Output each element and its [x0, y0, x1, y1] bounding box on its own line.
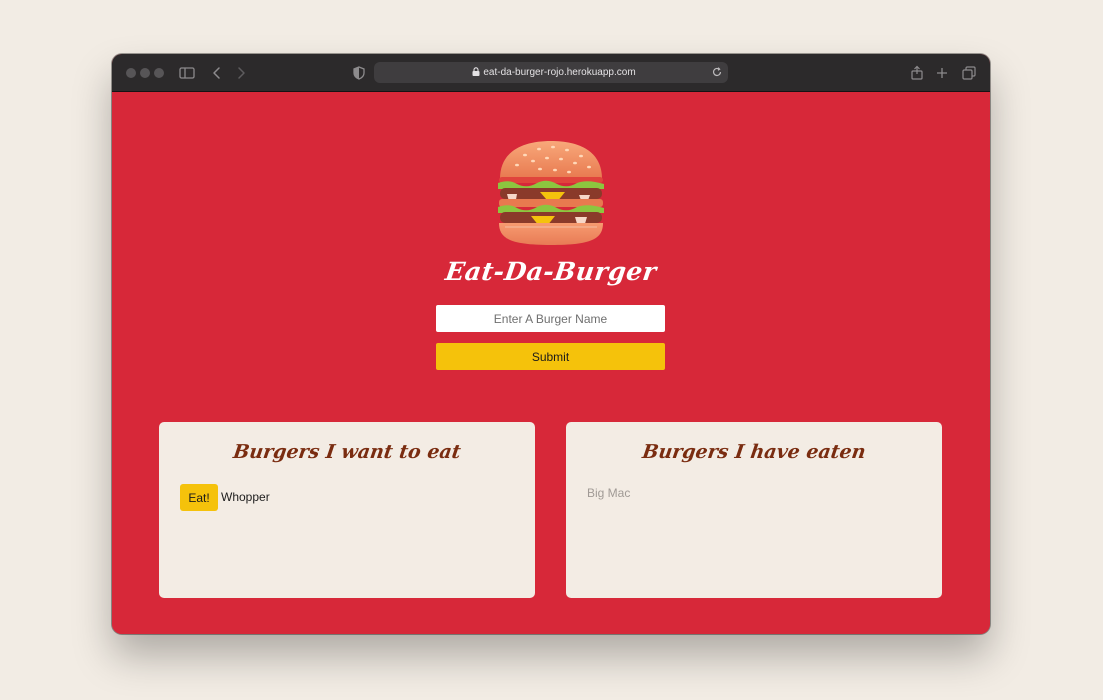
tab-overview-icon[interactable] [960, 64, 978, 82]
reload-icon[interactable] [711, 66, 723, 78]
page-title: Eat-Da-Burger [443, 257, 659, 286]
url-display[interactable]: eat-da-burger-rojo.herokuapp.com [374, 62, 728, 83]
forward-icon[interactable] [232, 64, 250, 82]
new-tab-icon[interactable] [933, 64, 951, 82]
close-window-button[interactable] [126, 68, 136, 78]
minimize-window-button[interactable] [140, 68, 150, 78]
browser-toolbar: eat-da-burger-rojo.herokuapp.com [112, 54, 990, 92]
browser-window: eat-da-burger-rojo.herokuapp.com Eat-Da-… [112, 54, 990, 634]
list-item: Big Mac [587, 486, 631, 500]
sidebar-icon[interactable] [178, 64, 196, 82]
burgers-eaten-panel: Burgers I have eaten Big Mac [566, 422, 942, 598]
burger-name: Whopper [221, 490, 270, 504]
eaten-heading: Burgers I have eaten [640, 441, 868, 463]
submit-button[interactable]: Submit [436, 343, 665, 370]
zoom-window-button[interactable] [154, 68, 164, 78]
lock-icon [472, 67, 480, 76]
burger-icon [498, 141, 604, 245]
to-eat-heading: Burgers I want to eat [231, 441, 463, 463]
address-bar[interactable]: eat-da-burger-rojo.herokuapp.com [374, 62, 728, 83]
page-content: Eat-Da-Burger Submit Burgers I want to e… [112, 92, 990, 634]
url-text: eat-da-burger-rojo.herokuapp.com [483, 67, 636, 78]
share-icon[interactable] [908, 64, 926, 82]
privacy-shield-icon[interactable] [350, 64, 368, 82]
burgers-to-eat-panel: Burgers I want to eat Eat! Whopper [159, 422, 535, 598]
back-icon[interactable] [208, 64, 226, 82]
eat-button[interactable]: Eat! [180, 484, 218, 511]
burger-name-input[interactable] [436, 305, 665, 332]
